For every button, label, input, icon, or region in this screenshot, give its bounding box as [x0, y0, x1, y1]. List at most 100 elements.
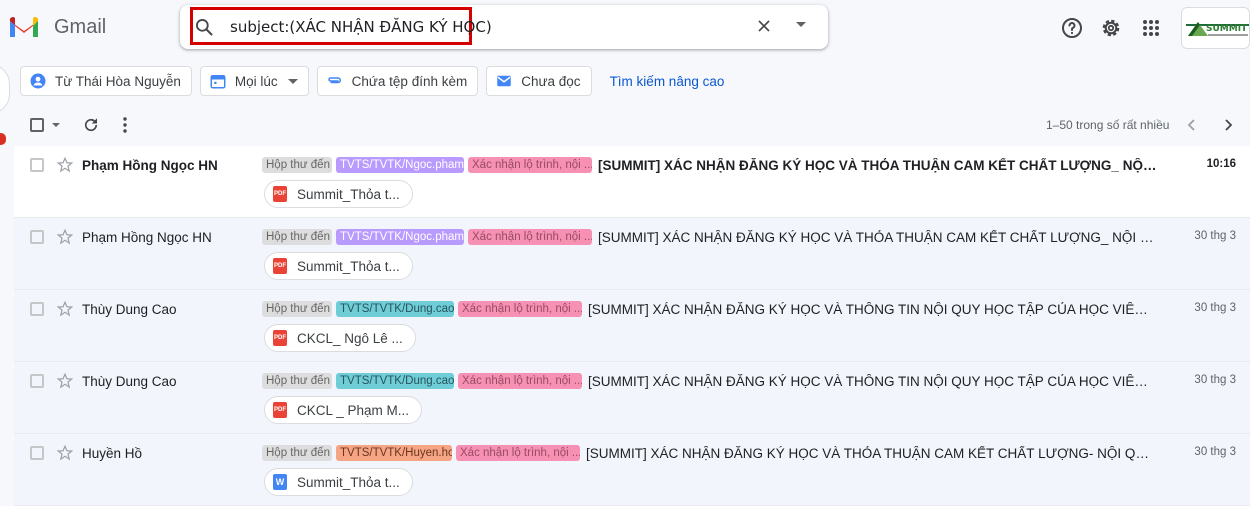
- chevron-right-icon[interactable]: [1220, 117, 1236, 133]
- pagination-text: 1–50 trong số rất nhiều: [1046, 118, 1170, 132]
- filter-unread-chip[interactable]: Chưa đọc: [486, 66, 592, 96]
- filter-attachment-label: Chứa tệp đính kèm: [351, 73, 468, 89]
- email-date: 30 thg 3: [1194, 446, 1236, 458]
- compose-button-edge[interactable]: [0, 64, 10, 114]
- pdf-file-icon: PDF: [273, 402, 287, 418]
- search-options-caret-icon[interactable]: [796, 22, 806, 27]
- pdf-file-icon: PDF: [273, 186, 287, 202]
- search-bar[interactable]: subject:(XÁC NHẬN ĐĂNG KÝ HỌC): [180, 5, 828, 49]
- row-checkbox[interactable]: [30, 302, 44, 316]
- chevron-left-icon[interactable]: [1184, 117, 1200, 133]
- attachment-name: Summit_Thỏa t...: [297, 258, 400, 274]
- filter-time-label: Mọi lúc: [234, 73, 278, 89]
- email-list: Phạm Hồng Ngọc HN Hộp thư đến TVTS/TVTK/N…: [14, 146, 1250, 506]
- star-icon[interactable]: [56, 372, 74, 390]
- account-logo[interactable]: SUMMIT: [1181, 7, 1250, 49]
- star-icon[interactable]: [56, 444, 74, 462]
- attachment-chip[interactable]: W Summit_Thỏa t...: [264, 468, 413, 496]
- paperclip-icon: [327, 77, 341, 84]
- row-checkbox[interactable]: [30, 230, 44, 244]
- email-sender: Phạm Hồng Ngọc HN: [82, 230, 212, 245]
- search-filter-chips: Từ Thái Hòa Nguyễn Mọi lúc Chứa tệp đính…: [20, 66, 724, 96]
- help-icon[interactable]: [1060, 16, 1084, 40]
- label-inbox[interactable]: Hộp thư đến: [262, 373, 332, 389]
- summit-logo-image: SUMMIT: [1186, 22, 1249, 36]
- label-inbox[interactable]: Hộp thư đến: [262, 157, 332, 173]
- dropdown-caret-icon: [287, 78, 298, 84]
- attachment-chip[interactable]: PDF Summit_Thỏa t...: [264, 180, 413, 208]
- email-labels-and-subject: Hộp thư đến TVTS/TVTK/Dung.cao Xác nhận lộ…: [262, 301, 1157, 317]
- label-confirmation[interactable]: Xác nhận lộ trình, nội ...: [456, 445, 580, 461]
- email-sender: Thùy Dung Cao: [82, 302, 177, 317]
- gmail-logo[interactable]: Gmail: [8, 14, 106, 40]
- email-date: 30 thg 3: [1194, 230, 1236, 242]
- gmail-m-icon: [9, 17, 39, 37]
- email-labels-and-subject: Hộp thư đến TVTS/TVTK/Dung.cao Xác nhận lộ…: [262, 373, 1157, 389]
- list-toolbar: 1–50 trong số rất nhiều: [14, 108, 1250, 144]
- attachment-name: Summit_Thỏa t...: [297, 474, 400, 490]
- label-user[interactable]: TVTS/TVTK/Huyen.ho: [336, 445, 452, 461]
- refresh-icon[interactable]: [82, 116, 100, 134]
- label-user[interactable]: TVTS/TVTK/Dung.cao: [336, 373, 454, 389]
- email-row[interactable]: Thùy Dung Cao Hộp thư đến TVTS/TVTK/Dung.…: [14, 290, 1250, 362]
- email-subject: [SUMMIT] XÁC NHẬN ĐĂNG KÝ HỌC VÀ THỎA TH…: [598, 157, 1157, 173]
- attachment-name: CKCL_ Ngô Lê ...: [297, 330, 403, 346]
- email-labels-and-subject: Hộp thư đến TVTS/TVTK/Ngoc.pham Xác nhận l…: [262, 157, 1157, 173]
- attachment-name: Summit_Thỏa t...: [297, 186, 400, 202]
- top-bar: Gmail subject:(XÁC NHẬN ĐĂNG KÝ HỌC) SUM…: [0, 0, 1250, 56]
- email-row[interactable]: Phạm Hồng Ngọc HN Hộp thư đến TVTS/TVTK/N…: [14, 218, 1250, 290]
- search-input[interactable]: subject:(XÁC NHẬN ĐĂNG KÝ HỌC): [230, 18, 492, 36]
- email-subject: [SUMMIT] XÁC NHẬN ĐĂNG KÝ HỌC VÀ THỎA TH…: [586, 445, 1155, 461]
- email-row[interactable]: Thùy Dung Cao Hộp thư đến TVTS/TVTK/Dung.…: [14, 362, 1250, 434]
- label-confirmation[interactable]: Xác nhận lộ trình, nội ...: [468, 157, 592, 173]
- label-confirmation[interactable]: Xác nhận lộ trình, nội ...: [458, 301, 582, 317]
- word-file-icon: W: [273, 474, 287, 490]
- star-icon[interactable]: [56, 156, 74, 174]
- email-row[interactable]: Huyền Hồ Hộp thư đến TVTS/TVTK/Huyen.ho Xá…: [14, 434, 1250, 506]
- email-sender: Huyền Hồ: [82, 446, 143, 461]
- attachment-chip[interactable]: PDF Summit_Thỏa t...: [264, 252, 413, 280]
- email-date: 30 thg 3: [1194, 302, 1236, 314]
- filter-attachment-chip[interactable]: Chứa tệp đính kèm: [316, 66, 479, 96]
- advanced-search-link[interactable]: Tìm kiếm nâng cao: [610, 74, 725, 89]
- account-badge-text: SUMMIT: [1206, 24, 1248, 34]
- search-icon[interactable]: [194, 17, 214, 37]
- row-checkbox[interactable]: [30, 158, 44, 172]
- email-sender: Phạm Hồng Ngọc HN: [82, 158, 218, 173]
- email-labels-and-subject: Hộp thư đến TVTS/TVTK/Huyen.ho Xác nhận lộ…: [262, 445, 1155, 461]
- mail-icon: [497, 75, 511, 87]
- row-checkbox[interactable]: [30, 374, 44, 388]
- select-all-checkbox[interactable]: [30, 118, 44, 132]
- row-checkbox[interactable]: [30, 446, 44, 460]
- label-user[interactable]: TVTS/TVTK/Ngoc.pham: [336, 229, 464, 245]
- star-icon[interactable]: [56, 300, 74, 318]
- label-inbox[interactable]: Hộp thư đến: [262, 301, 332, 317]
- email-labels-and-subject: Hộp thư đến TVTS/TVTK/Ngoc.pham Xác nhận l…: [262, 229, 1157, 245]
- star-icon[interactable]: [56, 228, 74, 246]
- email-subject: [SUMMIT] XÁC NHẬN ĐĂNG KÝ HỌC VÀ THÔNG T…: [588, 301, 1157, 317]
- unread-indicator-dot: [0, 133, 6, 145]
- more-vert-icon[interactable]: [122, 116, 128, 134]
- calendar-icon: [210, 75, 226, 89]
- settings-icon[interactable]: [1099, 16, 1123, 40]
- select-options-caret-icon[interactable]: [52, 123, 60, 127]
- email-row[interactable]: Phạm Hồng Ngọc HN Hộp thư đến TVTS/TVTK/N…: [14, 146, 1250, 218]
- filter-time-chip[interactable]: Mọi lúc: [199, 66, 309, 96]
- email-date: 30 thg 3: [1194, 374, 1236, 386]
- attachment-chip[interactable]: PDF CKCL _ Phạm M...: [264, 396, 423, 424]
- label-confirmation[interactable]: Xác nhận lộ trình, nội ...: [458, 373, 582, 389]
- attachment-name: CKCL _ Phạm M...: [297, 402, 410, 418]
- attachment-chip[interactable]: PDF CKCL_ Ngô Lê ...: [264, 324, 416, 352]
- email-subject: [SUMMIT] XÁC NHẬN ĐĂNG KÝ HỌC VÀ THỎA TH…: [598, 229, 1157, 245]
- app-name: Gmail: [54, 15, 107, 38]
- filter-from-chip[interactable]: Từ Thái Hòa Nguyễn: [20, 66, 192, 96]
- apps-icon[interactable]: [1139, 16, 1163, 40]
- label-inbox[interactable]: Hộp thư đến: [262, 229, 332, 245]
- filter-from-label: Từ Thái Hòa Nguyễn: [55, 73, 181, 89]
- label-confirmation[interactable]: Xác nhận lộ trình, nội ...: [468, 229, 592, 245]
- close-icon[interactable]: [754, 16, 774, 36]
- label-user[interactable]: TVTS/TVTK/Dung.cao: [336, 301, 454, 317]
- label-inbox[interactable]: Hộp thư đến: [262, 445, 332, 461]
- email-subject: [SUMMIT] XÁC NHẬN ĐĂNG KÝ HỌC VÀ THÔNG T…: [588, 373, 1157, 389]
- label-user[interactable]: TVTS/TVTK/Ngoc.pham: [336, 157, 464, 173]
